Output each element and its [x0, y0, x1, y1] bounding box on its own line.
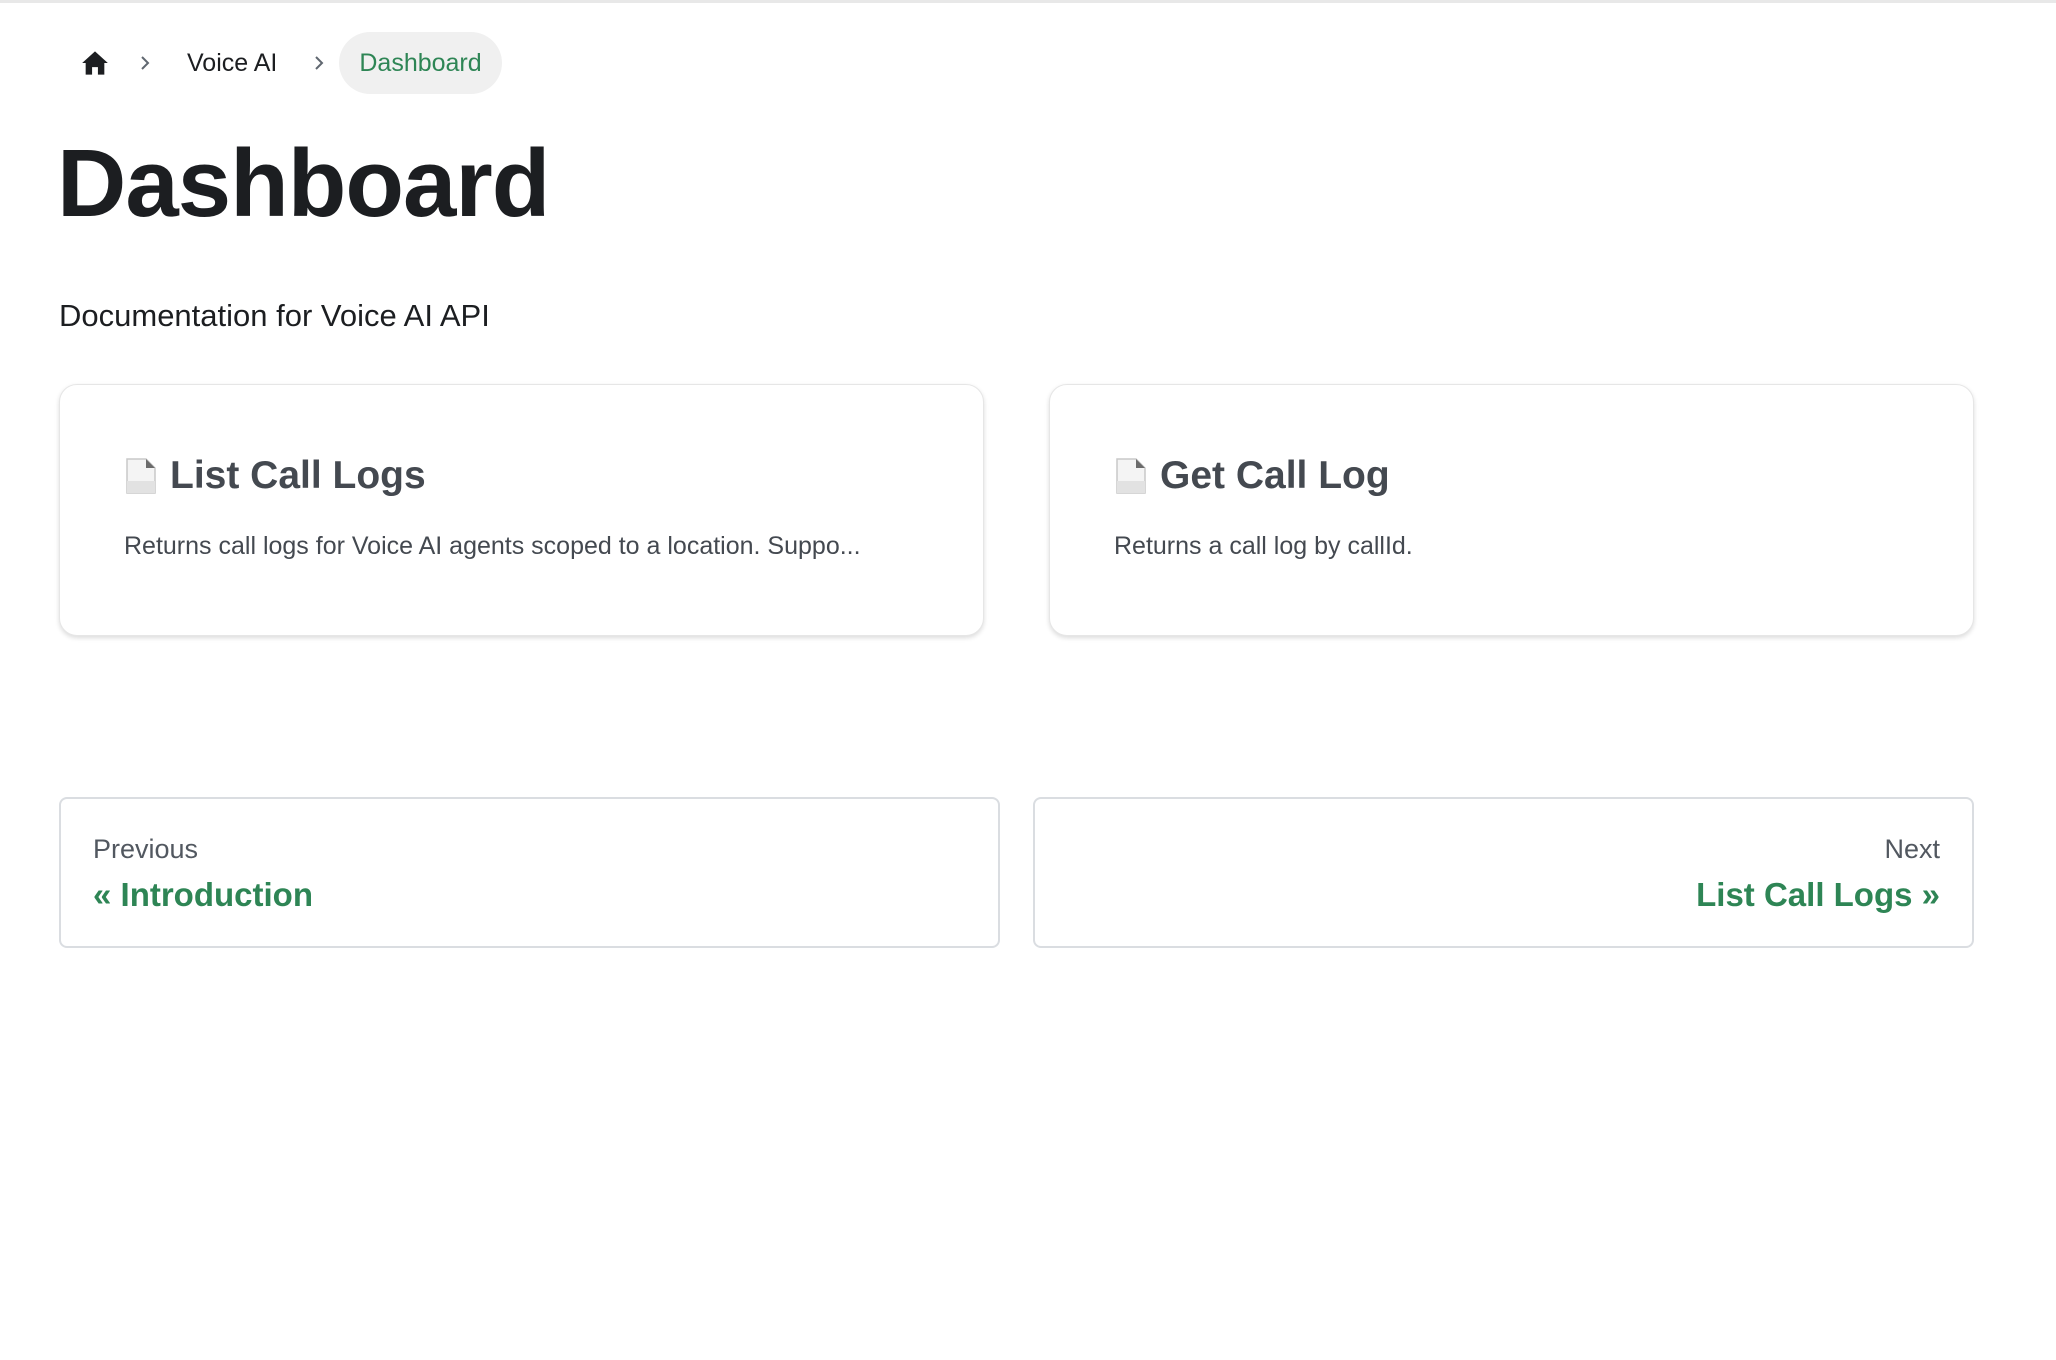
home-icon	[82, 51, 108, 75]
document-icon	[126, 458, 156, 494]
top-border	[0, 0, 2056, 3]
chevron-right-icon	[299, 55, 339, 71]
pagination-previous-label: « Introduction	[93, 876, 313, 913]
card-get-call-log[interactable]: Get Call Log Returns a call log by callI…	[1049, 384, 1974, 636]
card-description: Returns call logs for Voice AI agents sc…	[124, 532, 861, 560]
page-title: Dashboard	[57, 130, 550, 237]
breadcrumb-voice-ai[interactable]: Voice AI	[165, 32, 299, 94]
page-description: Documentation for Voice AI API	[59, 298, 490, 333]
chevron-right-icon	[125, 55, 165, 71]
pagination-previous[interactable]: Previous « Introduction	[59, 797, 1000, 948]
pagination-next-label: List Call Logs »	[1696, 876, 1940, 913]
card-list-call-logs[interactable]: List Call Logs Returns call logs for Voi…	[59, 384, 984, 636]
document-icon	[1116, 458, 1146, 494]
breadcrumb-home-link[interactable]	[65, 32, 125, 94]
breadcrumb: Voice AI Dashboard	[59, 32, 502, 94]
card-description: Returns a call log by callId.	[1114, 532, 1413, 560]
pagination-previous-sublabel: Previous	[93, 834, 199, 864]
card-title-row: Get Call Log	[1114, 451, 1909, 501]
card-title: Get Call Log	[1160, 454, 1390, 497]
pagination-next[interactable]: Next List Call Logs »	[1033, 797, 1974, 948]
pagination-next-sublabel: Next	[1884, 834, 1940, 864]
card-title: List Call Logs	[170, 454, 426, 497]
card-title-row: List Call Logs	[124, 451, 919, 501]
breadcrumb-current-dashboard: Dashboard	[339, 32, 502, 94]
